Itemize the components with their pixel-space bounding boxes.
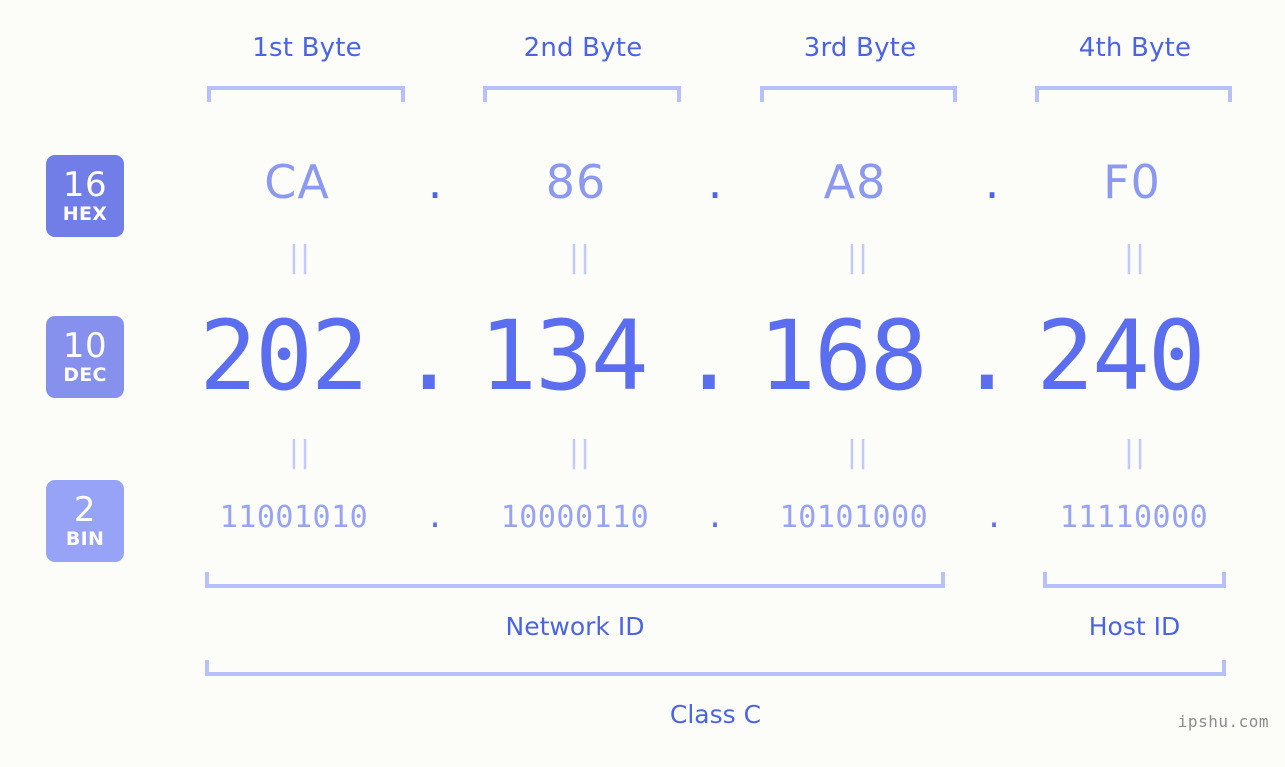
site-watermark: ipshu.com [1177, 712, 1269, 731]
dec-separator-2: . [680, 300, 738, 412]
hex-separator-2: . [707, 155, 723, 209]
bin-octet-3: 10101000 [779, 500, 929, 535]
equals-mark-hex-dec-1: || [288, 240, 312, 275]
base-badge-dec: 10 DEC [46, 316, 124, 398]
byte-bracket-3 [760, 86, 957, 102]
base-badge-bin-number: 2 [73, 490, 97, 530]
equals-mark-dec-bin-3: || [846, 435, 870, 470]
dec-octet-4: 240 [1036, 300, 1205, 412]
class-bracket [205, 660, 1226, 676]
equals-mark-hex-dec-2: || [568, 240, 592, 275]
host-id-label: Host ID [1088, 612, 1181, 641]
base-badge-hex-name: HEX [62, 203, 108, 225]
hex-separator-3: . [984, 155, 1000, 209]
base-badge-hex: 16 HEX [46, 155, 124, 237]
dec-separator-1: . [400, 300, 458, 412]
bin-octet-1: 11001010 [219, 500, 369, 535]
bin-separator-3: . [984, 500, 1004, 535]
class-label: Class C [669, 700, 762, 729]
hex-octet-1: CA [264, 155, 330, 209]
network-id-bracket [205, 572, 945, 588]
byte-bracket-2 [483, 86, 681, 102]
hex-octet-2: 86 [545, 155, 607, 209]
byte-header-label-3: 3rd Byte [803, 33, 917, 63]
byte-header-label-4: 4th Byte [1078, 33, 1192, 63]
equals-mark-hex-dec-4: || [1123, 240, 1147, 275]
ip-address-breakdown-diagram: 1st Byte 2nd Byte 3rd Byte 4th Byte 16 H… [0, 0, 1285, 767]
hex-octet-3: A8 [823, 155, 887, 209]
base-badge-bin: 2 BIN [46, 480, 124, 562]
hex-octet-4: F0 [1103, 155, 1161, 209]
dec-octet-2: 134 [479, 300, 648, 412]
equals-mark-dec-bin-1: || [288, 435, 312, 470]
bin-octet-2: 10000110 [500, 500, 650, 535]
dec-separator-3: . [958, 300, 1016, 412]
hex-separator-1: . [427, 155, 443, 209]
dec-octet-1: 202 [199, 300, 368, 412]
base-badge-hex-number: 16 [62, 165, 108, 205]
byte-bracket-4 [1035, 86, 1232, 102]
host-id-bracket [1043, 572, 1226, 588]
equals-mark-dec-bin-4: || [1123, 435, 1147, 470]
equals-mark-hex-dec-3: || [846, 240, 870, 275]
bin-separator-2: . [705, 500, 725, 535]
base-badge-bin-name: BIN [65, 528, 105, 550]
bin-octet-4: 11110000 [1059, 500, 1209, 535]
base-badge-dec-number: 10 [62, 326, 108, 366]
equals-mark-dec-bin-2: || [568, 435, 592, 470]
dec-octet-3: 168 [758, 300, 927, 412]
bin-separator-1: . [425, 500, 445, 535]
base-badge-dec-name: DEC [63, 364, 107, 386]
byte-header-label-1: 1st Byte [252, 33, 362, 63]
byte-bracket-1 [207, 86, 405, 102]
byte-header-label-2: 2nd Byte [523, 33, 643, 63]
network-id-label: Network ID [505, 612, 645, 641]
